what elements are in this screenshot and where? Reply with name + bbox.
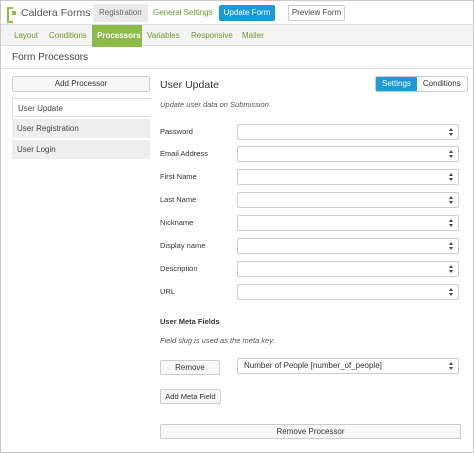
- tab-general-settings[interactable]: General Settings: [147, 4, 219, 22]
- subnav-variables[interactable]: Variables: [142, 25, 185, 46]
- remove-processor-button[interactable]: Remove Processor: [160, 424, 461, 439]
- divider: [1, 68, 473, 69]
- subnav-mailer[interactable]: Mailer: [237, 25, 269, 46]
- processor-item-user-login[interactable]: User Login: [12, 140, 150, 159]
- email-address-select[interactable]: [237, 146, 459, 162]
- url-select[interactable]: [237, 284, 459, 300]
- chevron-updown-icon: [448, 287, 454, 297]
- subnav-responsive[interactable]: Responsive: [186, 25, 238, 46]
- field-row-password: Password: [160, 124, 459, 140]
- chevron-updown-icon: [448, 241, 454, 251]
- processor-title: User Update: [160, 79, 219, 91]
- meta-fields-note: Field slug is used as the meta key.: [160, 336, 275, 345]
- field-row-email: Email Address: [160, 146, 459, 162]
- chevron-updown-icon: [448, 218, 454, 228]
- page-title: Form Processors: [12, 52, 89, 63]
- processor-sidebar: Add Processor User Update User Registrat…: [12, 76, 151, 161]
- subnav-processors[interactable]: Processors: [92, 25, 142, 47]
- field-row-last-name: Last Name: [160, 192, 459, 208]
- conditions-tab-button[interactable]: Conditions: [416, 77, 467, 91]
- select-value: Number of People [number_of_people]: [244, 361, 382, 370]
- chevron-updown-icon: [448, 195, 454, 205]
- chevron-updown-icon: [448, 264, 454, 274]
- subnav-layout[interactable]: Layout: [9, 25, 43, 46]
- subnav-conditions[interactable]: Conditions: [44, 25, 92, 46]
- nickname-select[interactable]: [237, 215, 459, 231]
- meta-fields-heading: User Meta Fields: [160, 317, 220, 326]
- display-name-select[interactable]: [237, 238, 459, 254]
- field-row-nickname: Nickname: [160, 215, 459, 231]
- tab-registration[interactable]: Registration: [93, 4, 148, 22]
- add-meta-field-button[interactable]: Add Meta Field: [160, 389, 221, 404]
- field-row-display-name: Display name: [160, 238, 459, 254]
- processor-list: User Update User Registration User Login: [12, 98, 151, 159]
- field-row-url: URL: [160, 284, 459, 300]
- chevron-updown-icon: [448, 172, 454, 182]
- settings-tab-button[interactable]: Settings: [376, 77, 417, 91]
- logo-text: Caldera Forms: [21, 7, 91, 19]
- description-select[interactable]: [237, 261, 459, 277]
- caldera-logo-icon: [7, 7, 17, 23]
- chevron-updown-icon: [448, 149, 454, 159]
- field-row-first-name: First Name: [160, 169, 459, 185]
- field-label: Last Name: [160, 195, 197, 204]
- field-label: Password: [160, 127, 193, 136]
- processor-item-user-update[interactable]: User Update: [12, 98, 151, 117]
- field-label: Display name: [160, 241, 206, 250]
- password-select[interactable]: [237, 124, 459, 140]
- field-label: First Name: [160, 172, 197, 181]
- settings-conditions-toggle: Settings Conditions: [375, 76, 468, 92]
- field-row-description: Description: [160, 261, 459, 277]
- update-form-button[interactable]: Update Form: [219, 5, 275, 21]
- chevron-updown-icon: [448, 127, 454, 137]
- field-label: Email Address: [160, 149, 208, 158]
- processor-item-user-registration[interactable]: User Registration: [12, 119, 150, 138]
- chevron-updown-icon: [448, 361, 454, 371]
- meta-field-select[interactable]: Number of People [number_of_people]: [237, 358, 459, 374]
- remove-meta-button[interactable]: Remove: [160, 360, 220, 375]
- top-bar: Caldera Forms Registration General Setti…: [1, 1, 473, 25]
- preview-form-button[interactable]: Preview Form: [288, 5, 345, 21]
- field-label: URL: [160, 287, 176, 296]
- field-label: Nickname: [160, 218, 194, 227]
- last-name-select[interactable]: [237, 192, 459, 208]
- field-label: Description: [160, 264, 198, 273]
- processor-description: Update user data on Submission: [160, 100, 269, 109]
- meta-field-select-wrap: Number of People [number_of_people]: [237, 358, 459, 374]
- logo: Caldera Forms: [7, 6, 91, 23]
- add-processor-button[interactable]: Add Processor: [12, 76, 150, 92]
- first-name-select[interactable]: [237, 169, 459, 185]
- sub-navigation: Layout Conditions Processors Variables R…: [1, 25, 473, 47]
